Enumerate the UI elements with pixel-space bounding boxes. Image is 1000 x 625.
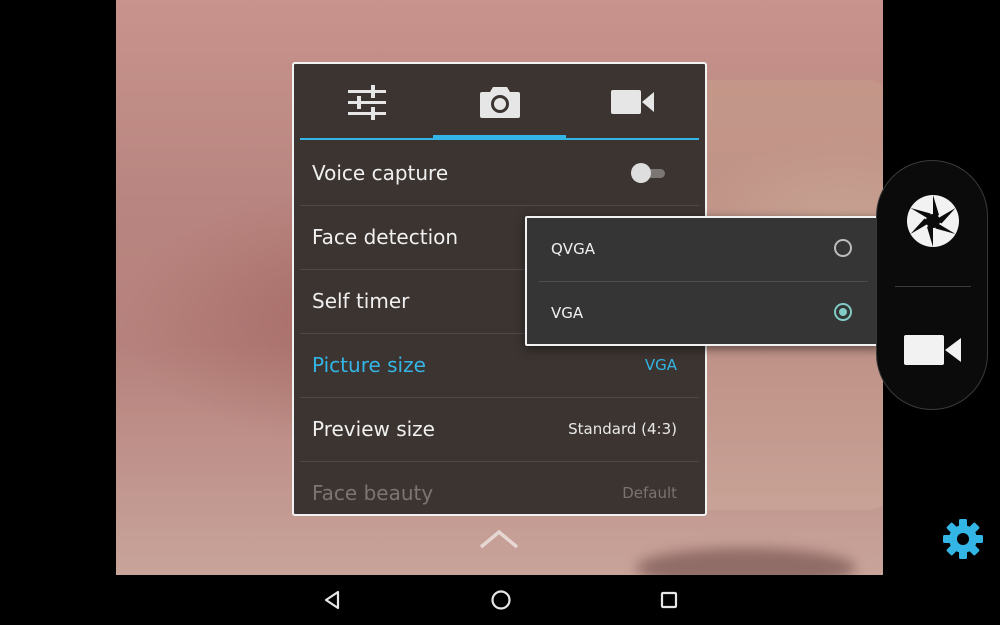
- photo-mode-button[interactable]: [897, 187, 969, 259]
- back-icon[interactable]: [318, 585, 348, 615]
- option-label: QVGA: [551, 240, 595, 258]
- chevron-up-icon[interactable]: [478, 527, 520, 551]
- option-vga[interactable]: VGA: [539, 281, 868, 345]
- option-label: VGA: [551, 304, 584, 322]
- toggle-thumb: [631, 163, 651, 183]
- setting-label: Self timer: [312, 289, 410, 313]
- recents-icon[interactable]: [654, 585, 684, 615]
- setting-value: Default: [622, 484, 677, 502]
- tab-video-settings[interactable]: [566, 64, 699, 140]
- videocam-icon: [904, 333, 962, 371]
- radio-button[interactable]: [834, 239, 852, 257]
- setting-label: Preview size: [312, 417, 435, 441]
- setting-label: Face detection: [312, 225, 459, 249]
- setting-voice-capture[interactable]: Voice capture: [300, 142, 699, 206]
- option-qvga[interactable]: QVGA: [527, 218, 880, 281]
- home-icon[interactable]: [486, 585, 516, 615]
- mode-divider: [895, 286, 971, 287]
- camera-icon: [479, 85, 521, 119]
- tab-photo-settings[interactable]: [433, 64, 566, 140]
- setting-preview-size[interactable]: Preview size Standard (4:3): [300, 398, 699, 462]
- shutter-icon: [905, 193, 961, 253]
- tab-general-settings[interactable]: [300, 64, 433, 140]
- radio-button-selected[interactable]: [834, 303, 852, 321]
- viewfinder-shadow: [636, 548, 856, 575]
- sliders-icon: [347, 84, 386, 120]
- setting-value: Standard (4:3): [568, 420, 677, 438]
- gear-icon[interactable]: [940, 516, 986, 562]
- system-nav-bar: [0, 575, 1000, 625]
- picture-size-dropdown: QVGA VGA: [525, 216, 882, 346]
- setting-label: Voice capture: [312, 161, 449, 185]
- settings-tab-bar: [294, 64, 705, 142]
- video-mode-button[interactable]: [897, 316, 969, 388]
- mode-switcher: [876, 160, 988, 410]
- active-tab-indicator: [433, 135, 566, 140]
- videocam-icon: [610, 89, 655, 115]
- voice-capture-toggle[interactable]: [631, 163, 665, 183]
- setting-label: Face beauty: [312, 481, 434, 505]
- setting-face-beauty: Face beauty Default: [300, 462, 699, 514]
- setting-label: Picture size: [312, 353, 426, 377]
